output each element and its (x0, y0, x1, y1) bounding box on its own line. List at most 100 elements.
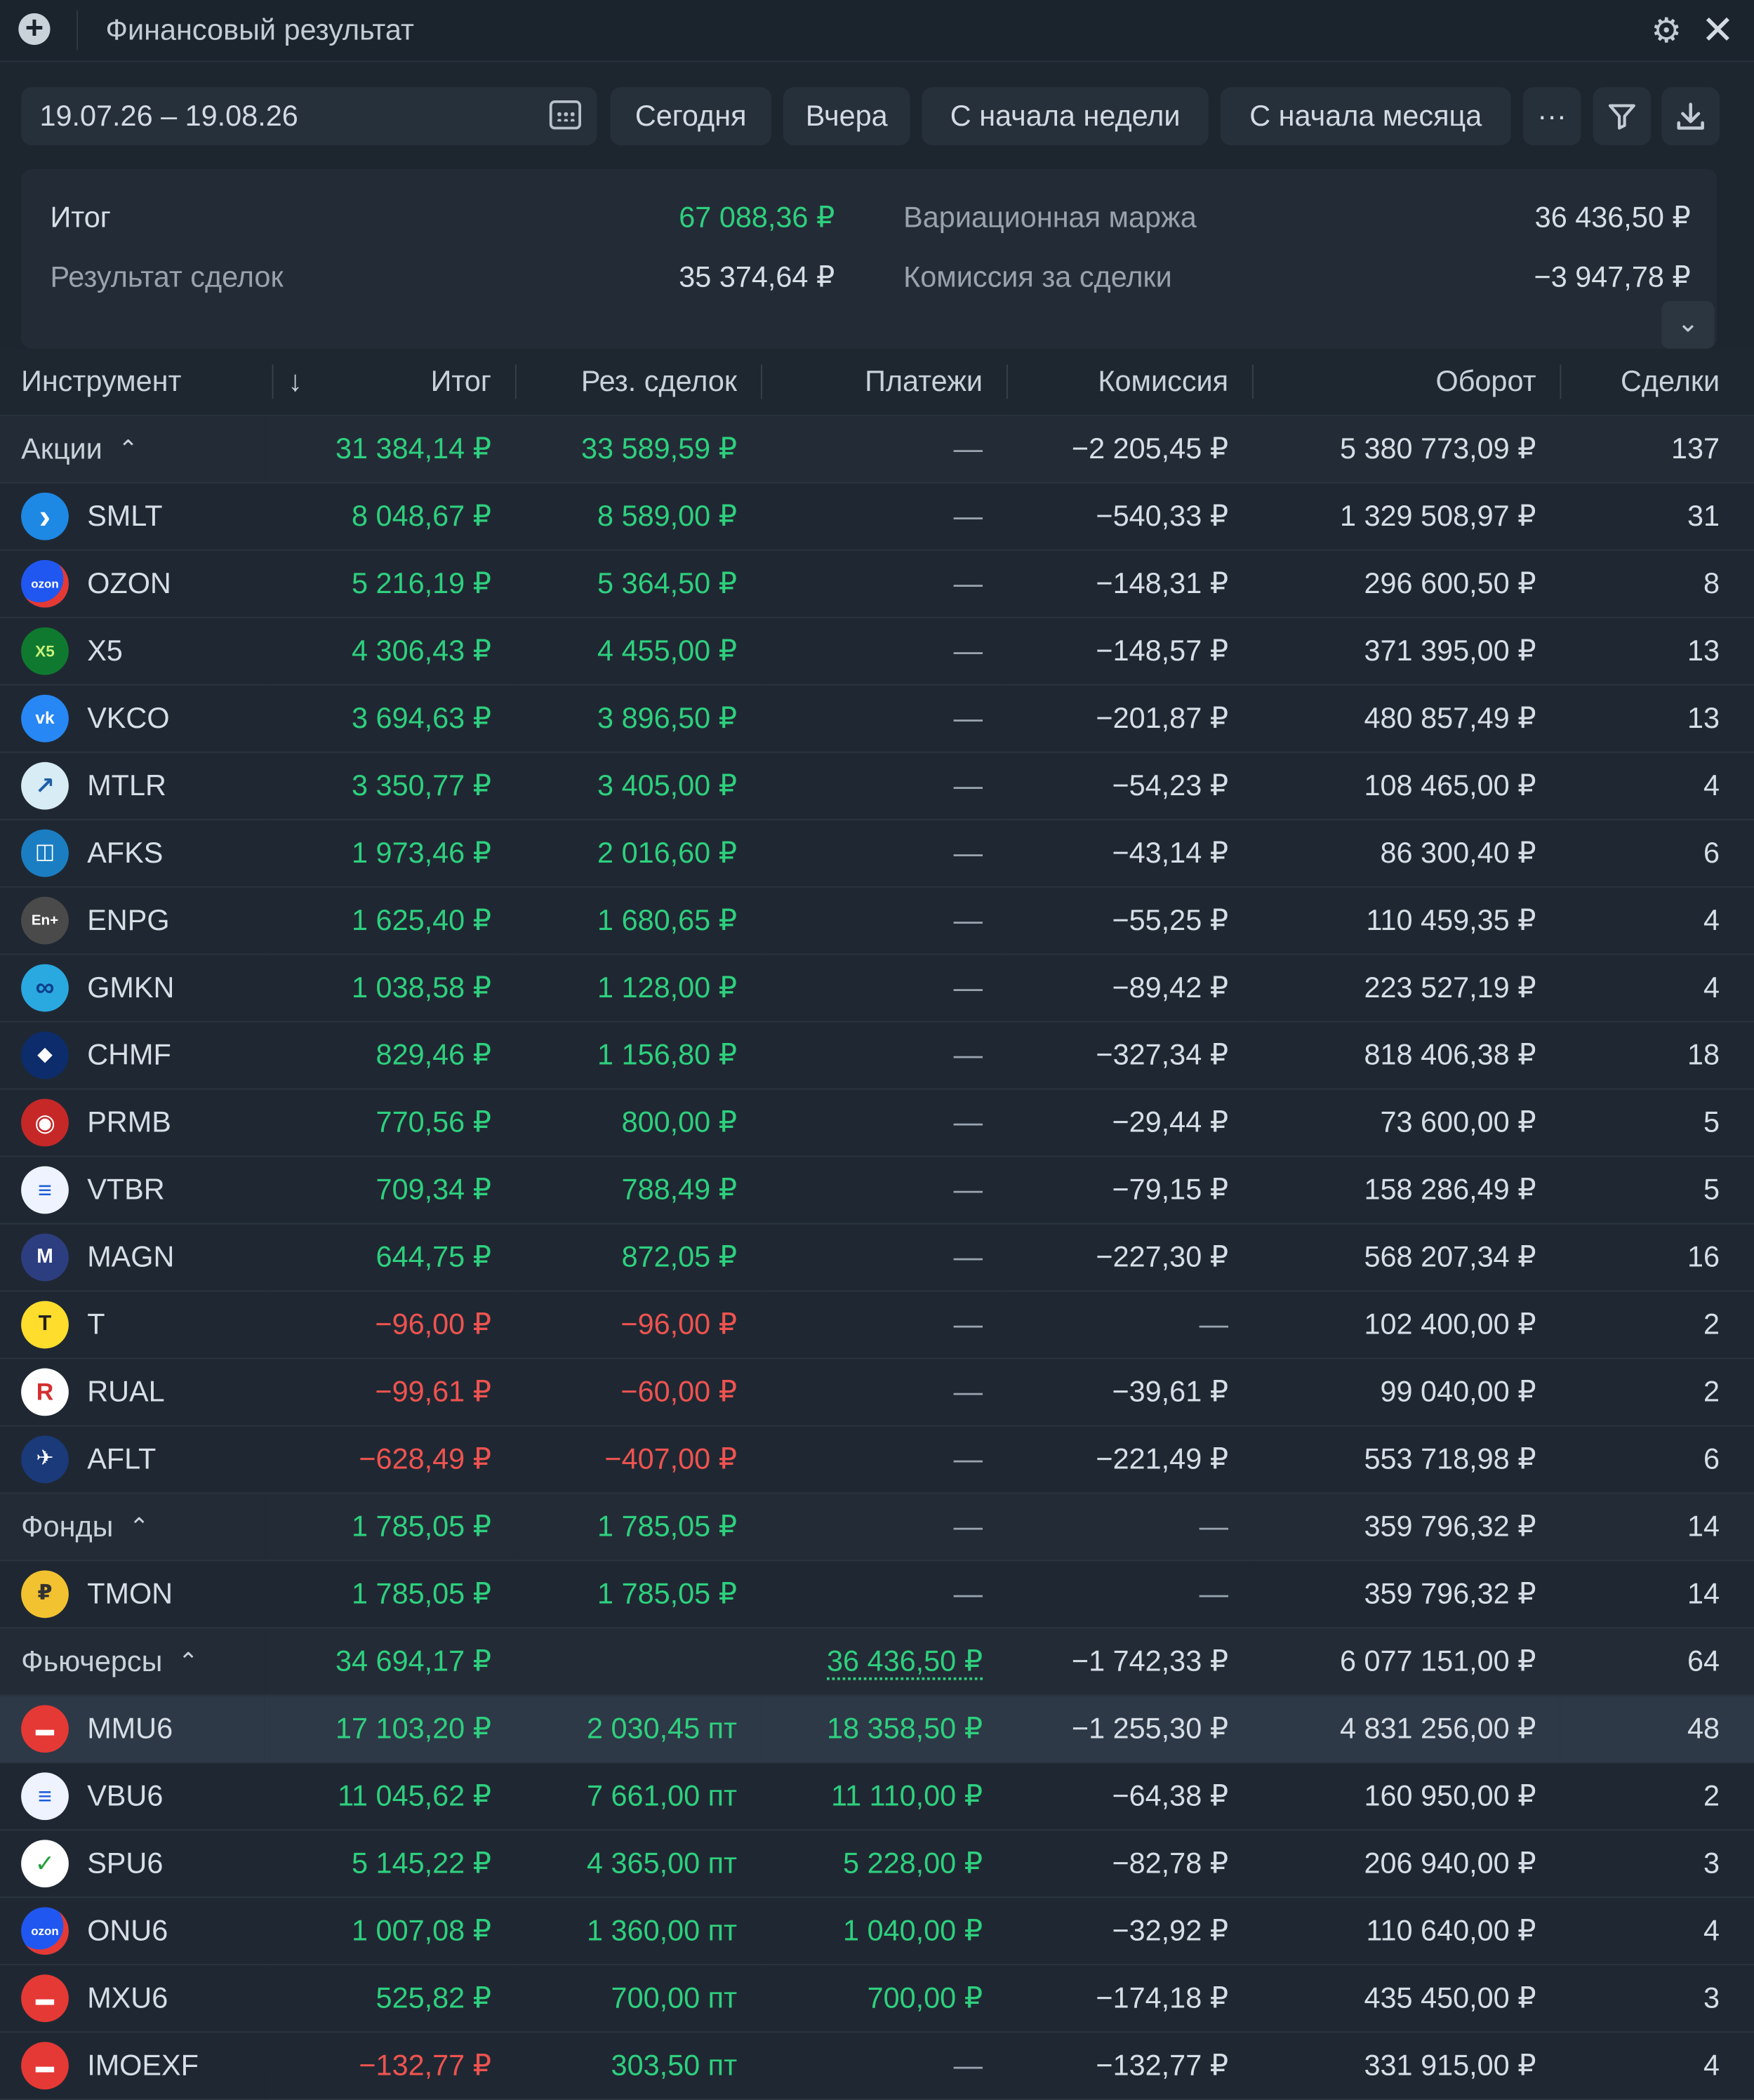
close-icon[interactable]: ✕ (1701, 8, 1734, 54)
table-row[interactable]: ▬ MMU6 17 103,20 ₽ 2 030,45 пт 18 358,50 ₽ −1… (0, 1695, 1754, 1764)
commission-cell: — (1006, 1291, 1252, 1360)
payments-cell: — (760, 1156, 1006, 1225)
trades-result-cell: 4 455,00 ₽ (514, 617, 761, 686)
collapse-chevron-icon[interactable]: ⌃ (178, 1649, 198, 1677)
table-row[interactable]: ▬ MXU6 525,82 ₽ 700,00 пт 700,00 ₽ −174,18 ₽ 4… (0, 1965, 1754, 2033)
week-start-button[interactable]: С начала недели (922, 87, 1209, 145)
table-row[interactable]: M MAGN 644,75 ₽ 872,05 ₽ — −227,30 ₽ 568 207,3… (0, 1223, 1754, 1292)
ticker-name: SMLT (87, 499, 163, 533)
total-cell: 1 038,58 ₽ (264, 954, 515, 1023)
trades-result-cell: 2 016,60 ₽ (514, 819, 761, 888)
col-commission[interactable]: Комиссия (1006, 348, 1252, 416)
table-body: Акции ⌃ 31 384,14 ₽ 33 589,59 ₽ — −2 205,45 ₽… (0, 415, 1754, 2100)
payments-cell: 36 436,50 ₽ (760, 1628, 1006, 1696)
ticker-name: MTLR (87, 769, 166, 802)
group-row[interactable]: Акции ⌃ 31 384,14 ₽ 33 589,59 ₽ — −2 205,45 ₽… (0, 415, 1754, 484)
turnover-cell-value: 110 640,00 ₽ (1366, 1913, 1536, 1947)
commission-cell-value: −32,92 ₽ (1112, 1913, 1229, 1947)
table-row[interactable]: ✈ AFLT −628,49 ₽ −407,00 ₽ — −221,49 ₽ 553 718… (0, 1426, 1754, 1494)
commission-cell-value: −540,33 ₽ (1096, 499, 1229, 533)
expand-summary-chevron-icon[interactable]: ⌄ (1661, 301, 1715, 349)
rual-logo-icon: R (21, 1368, 69, 1416)
deals-cell: 3 (1560, 1965, 1754, 2033)
month-start-button[interactable]: С начала месяца (1220, 87, 1511, 145)
calendar-icon[interactable] (549, 100, 581, 130)
collapse-chevron-icon[interactable]: ⌃ (129, 1514, 149, 1542)
table-row[interactable]: X5 X5 4 306,43 ₽ 4 455,00 ₽ — −148,57 ₽ 371 39… (0, 617, 1754, 686)
payments-cell-value: — (953, 1307, 983, 1341)
table-row[interactable]: ◆ CHMF 829,46 ₽ 1 156,80 ₽ — −327,34 ₽ 818 406… (0, 1021, 1754, 1090)
table-row[interactable]: ▬ IMOEXF −132,77 ₽ 303,50 пт — −132,77 ₽ 331 9… (0, 2032, 1754, 2100)
magn-logo-icon: M (21, 1233, 69, 1282)
trades-result-cell-value: 7 661,00 пт (586, 1779, 738, 1812)
payments-cell-value: — (953, 1374, 983, 1408)
table-row[interactable]: ✓ SPU6 5 145,22 ₽ 4 365,00 пт 5 228,00 ₽ −82,… (0, 1830, 1754, 1899)
commission-cell-value: −201,87 ₽ (1096, 701, 1229, 735)
table-row[interactable]: ◉ PRMB 770,56 ₽ 800,00 ₽ — −29,44 ₽ 73 600,00 … (0, 1089, 1754, 1157)
group-row[interactable]: Фонды ⌃ 1 785,05 ₽ 1 785,05 ₽ — — 359 796,32 ₽… (0, 1493, 1754, 1562)
commission-cell-value: −227,30 ₽ (1096, 1240, 1229, 1274)
table-row[interactable]: R RUAL −99,61 ₽ −60,00 ₽ — −39,61 ₽ 99 040,00 … (0, 1358, 1754, 1427)
table-row[interactable]: vk VKCO 3 694,63 ₽ 3 896,50 ₽ — −201,87 ₽ 480 … (0, 684, 1754, 753)
col-payments[interactable]: Платежи (760, 348, 1006, 416)
col-instrument[interactable]: Инструмент (0, 348, 265, 416)
today-button[interactable]: Сегодня (610, 87, 771, 145)
table-row[interactable]: ₽ TMON 1 785,05 ₽ 1 785,05 ₽ — — 359 796,32 ₽ 1… (0, 1560, 1754, 1629)
date-range-input[interactable]: 19.07.26 – 19.08.26 (21, 87, 597, 145)
deals-cell: 6 (1560, 1426, 1754, 1494)
commission-cell-value: −54,23 ₽ (1112, 769, 1229, 802)
total-cell-value: 1 973,46 ₽ (352, 836, 492, 870)
sort-desc-icon[interactable]: ↓ (288, 364, 303, 399)
commission-cell: −227,30 ₽ (1006, 1223, 1252, 1292)
yesterday-button[interactable]: Вчера (783, 87, 910, 145)
deals-cell-value: 64 (1687, 1644, 1720, 1677)
table-row[interactable]: ≡ VTBR 709,34 ₽ 788,49 ₽ — −79,15 ₽ 158 286,49… (0, 1156, 1754, 1225)
col-trades-result[interactable]: Рез. сделок (514, 348, 761, 416)
trades-result-cell-value: −407,00 ₽ (604, 1442, 738, 1475)
total-cell: 5 145,22 ₽ (264, 1830, 515, 1899)
table-row[interactable]: ozon OZON 5 216,19 ₽ 5 364,50 ₽ — −148,31 ₽ 29… (0, 550, 1754, 618)
instrument-cell: En+ ENPG (0, 886, 265, 955)
col-total[interactable]: ↓ Итог (264, 348, 515, 416)
download-icon[interactable] (1661, 87, 1720, 145)
payments-cell-value: 1 040,00 ₽ (843, 1913, 983, 1947)
turnover-cell-value: 359 796,32 ₽ (1364, 1576, 1536, 1610)
table-row[interactable]: ◫ AFKS 1 973,46 ₽ 2 016,60 ₽ — −43,14 ₽ 86 300… (0, 819, 1754, 888)
total-cell-value: 5 216,19 ₽ (352, 566, 492, 600)
payments-cell: — (760, 415, 1006, 484)
title-bar: + Финансовый результат ⚙ ✕ (0, 0, 1754, 62)
table-row[interactable]: T T −96,00 ₽ −96,00 ₽ — — 102 400,00 ₽ 2 (0, 1291, 1754, 1360)
deals-cell-value: 3 (1703, 1846, 1720, 1880)
deals-cell-value: 14 (1687, 1509, 1720, 1543)
commission-cell: −1 255,30 ₽ (1006, 1695, 1252, 1764)
filter-icon[interactable] (1593, 87, 1652, 145)
moex-logo-icon: ▬ (21, 1705, 69, 1753)
turnover-cell: 108 465,00 ₽ (1251, 752, 1560, 820)
gear-icon[interactable]: ⚙ (1651, 11, 1682, 51)
table-row[interactable]: › SMLT 8 048,67 ₽ 8 589,00 ₽ — −540,33 ₽ 1 329… (0, 482, 1754, 551)
total-cell-value: 34 694,17 ₽ (335, 1644, 492, 1677)
payments-cell: 700,00 ₽ (760, 1965, 1006, 2033)
total-cell-value: 829,46 ₽ (376, 1038, 492, 1072)
table-row[interactable]: ∞ GMKN 1 038,58 ₽ 1 128,00 ₽ — −89,42 ₽ 223 52… (0, 954, 1754, 1023)
table-row[interactable]: ≡ VBU6 11 045,62 ₽ 7 661,00 пт 11 110,00 ₽ −6… (0, 1762, 1754, 1831)
total-cell: 5 216,19 ₽ (264, 550, 515, 618)
commission-cell-value: −43,14 ₽ (1112, 836, 1229, 870)
more-button[interactable]: ··· (1522, 87, 1581, 145)
table-row[interactable]: En+ ENPG 1 625,40 ₽ 1 680,65 ₽ — −55,25 ₽ 110 … (0, 886, 1754, 955)
instrument-cell: ≡ VBU6 (0, 1762, 265, 1831)
deals-cell: 64 (1560, 1628, 1754, 1696)
collapse-chevron-icon[interactable]: ⌃ (118, 437, 138, 465)
group-row[interactable]: Фьючерсы ⌃ 34 694,17 ₽ 36 436,50 ₽ −1 742,33… (0, 1628, 1754, 1696)
col-turnover-label: Оборот (1435, 364, 1536, 398)
col-deals[interactable]: Сделки (1560, 348, 1754, 416)
table-row[interactable]: ozon ONU6 1 007,08 ₽ 1 360,00 пт 1 040,00 ₽ −… (0, 1897, 1754, 1966)
col-turnover[interactable]: Оборот (1251, 348, 1560, 416)
ticker-name: GMKN (87, 971, 175, 1004)
commission-cell-value: −148,31 ₽ (1096, 566, 1229, 600)
trades-result-cell-value: 1 785,05 ₽ (597, 1576, 738, 1610)
x5-logo-icon: X5 (21, 627, 69, 675)
gmkn-logo-icon: ∞ (21, 964, 69, 1012)
table-row[interactable]: ↗ MTLR 3 350,77 ₽ 3 405,00 ₽ — −54,23 ₽ 108 46… (0, 752, 1754, 820)
add-widget-icon[interactable]: + (18, 13, 51, 45)
